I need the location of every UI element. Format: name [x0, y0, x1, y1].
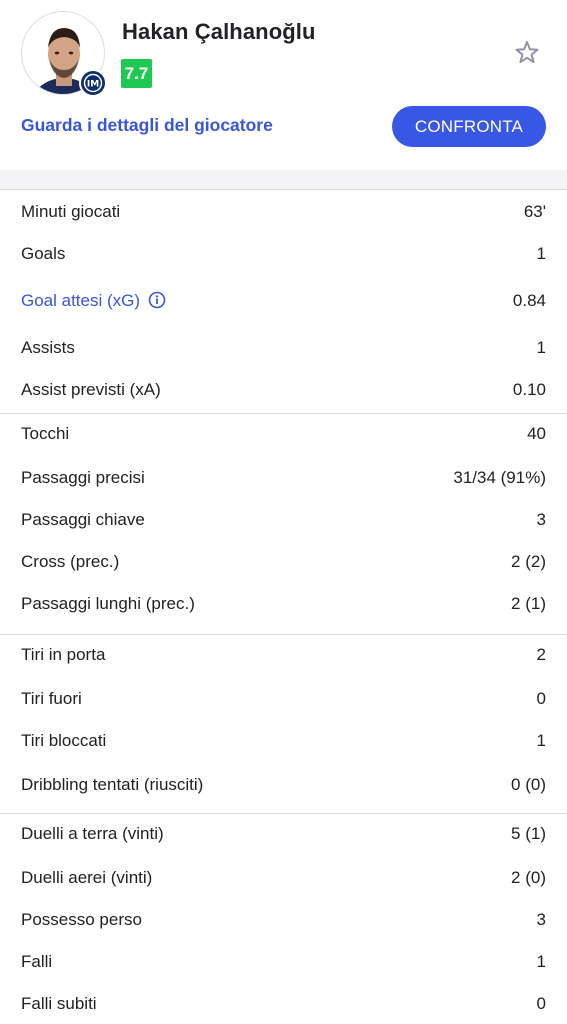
stat-label: Goals — [21, 244, 66, 263]
stats-group-passing: Tocchi 40 Passaggi precisi 31/34 (91%) P… — [0, 414, 567, 634]
stat-value: 1 — [536, 244, 546, 263]
stat-value: 0.84 — [512, 291, 546, 310]
stat-value: 0.10 — [512, 380, 546, 399]
stat-row: Duelli a terra (vinti) 5 (1) — [0, 814, 567, 856]
stat-label[interactable]: Goal attesi (xG) — [21, 291, 140, 310]
stats-group-shooting: Tiri in porta 2 Tiri fuori 0 Tiri blocca… — [0, 635, 567, 813]
stat-row: Tiri in porta 2 — [0, 635, 567, 677]
stat-label: Falli subiti — [21, 994, 97, 1013]
stat-label: Minuti giocati — [21, 202, 121, 221]
player-avatar-wrap[interactable]: IM — [21, 11, 107, 97]
svg-text:IM: IM — [87, 80, 99, 90]
compare-button[interactable]: CONFRONTA — [392, 106, 546, 147]
stats-group-attack: Minuti giocati 63' Goals 1 Goal attesi (… — [0, 190, 567, 413]
stat-row: Assist previsti (xA) 0.10 — [0, 368, 567, 413]
stat-row: Minuti giocati 63' — [0, 190, 567, 232]
stat-row: Dribbling tentati (riusciti) 0 (0) — [0, 761, 567, 813]
stat-label: Passaggi chiave — [21, 510, 145, 529]
stat-row: Tiri fuori 0 — [0, 677, 567, 719]
stat-value: 3 — [536, 510, 546, 529]
stat-row: Duelli aerei (vinti) 2 (0) — [0, 856, 567, 898]
stat-label: Assists — [21, 338, 75, 357]
stat-label: Passaggi lunghi (prec.) — [21, 594, 195, 613]
inter-crest-icon: IM — [79, 69, 107, 97]
section-gap — [0, 170, 567, 189]
stat-row: Goals 1 — [0, 232, 567, 274]
stat-value: 1 — [536, 952, 546, 971]
stat-row: Passaggi lunghi (prec.) 2 (1) — [0, 582, 567, 634]
stat-value: 3 — [536, 910, 546, 929]
stat-label: Tiri bloccati — [21, 731, 107, 750]
stat-row: Passaggi chiave 3 — [0, 498, 567, 540]
xg-label-link[interactable]: Goal attesi (xG) — [21, 291, 166, 311]
stat-label: Dribbling tentati (riusciti) — [21, 775, 204, 794]
stat-value: 5 (1) — [511, 824, 546, 843]
stat-row-xg[interactable]: Goal attesi (xG) 0.84 — [0, 274, 567, 326]
stat-row: Cross (prec.) 2 (2) — [0, 540, 567, 582]
rating-badge: 7.7 — [121, 59, 152, 88]
stat-label: Cross (prec.) — [21, 552, 120, 571]
stat-value: 63' — [523, 202, 546, 221]
player-name: Hakan Çalhanoğlu — [122, 19, 316, 44]
stat-label: Assist previsti (xA) — [21, 380, 161, 399]
stat-value: 2 — [536, 645, 546, 664]
stat-row: Falli subiti 0 — [0, 982, 567, 1024]
stat-label: Tiri in porta — [21, 645, 106, 664]
stat-value: 1 — [536, 731, 546, 750]
stat-label: Passaggi precisi — [21, 468, 145, 487]
stat-row: Assists 1 — [0, 326, 567, 368]
stat-row: Falli 1 — [0, 940, 567, 982]
stat-value: 40 — [527, 424, 546, 443]
stat-label: Duelli aerei (vinti) — [21, 868, 153, 887]
stat-row: Possesso perso 3 — [0, 898, 567, 940]
player-details-link[interactable]: Guarda i dettagli del giocatore — [21, 115, 273, 136]
stat-row: Passaggi precisi 31/34 (91%) — [0, 456, 567, 498]
stat-label: Falli — [21, 952, 53, 971]
stat-value: 2 (0) — [511, 868, 546, 887]
stat-label: Tiri fuori — [21, 689, 82, 708]
stat-value: 0 — [536, 689, 546, 708]
stat-label: Tocchi — [21, 424, 70, 443]
stat-value: 2 (2) — [511, 552, 546, 571]
stat-value: 2 (1) — [511, 594, 546, 613]
star-outline-icon[interactable] — [513, 39, 541, 67]
stats-group-duels: Duelli a terra (vinti) 5 (1) Duelli aere… — [0, 814, 567, 1024]
stat-value: 0 — [536, 994, 546, 1013]
stats-panel: Minuti giocati 63' Goals 1 Goal attesi (… — [0, 189, 567, 1024]
info-icon[interactable] — [148, 291, 166, 309]
stat-value: 0 (0) — [511, 775, 546, 794]
stat-row: Tiri bloccati 1 — [0, 719, 567, 761]
stat-row: Tocchi 40 — [0, 414, 567, 456]
stat-value: 31/34 (91%) — [453, 468, 546, 487]
stat-value: 1 — [536, 338, 546, 357]
stat-label: Possesso perso — [21, 910, 142, 929]
player-header: IM Hakan Çalhanoğlu 7.7 Guarda i dettagl… — [0, 0, 567, 170]
stat-label: Duelli a terra (vinti) — [21, 824, 164, 843]
